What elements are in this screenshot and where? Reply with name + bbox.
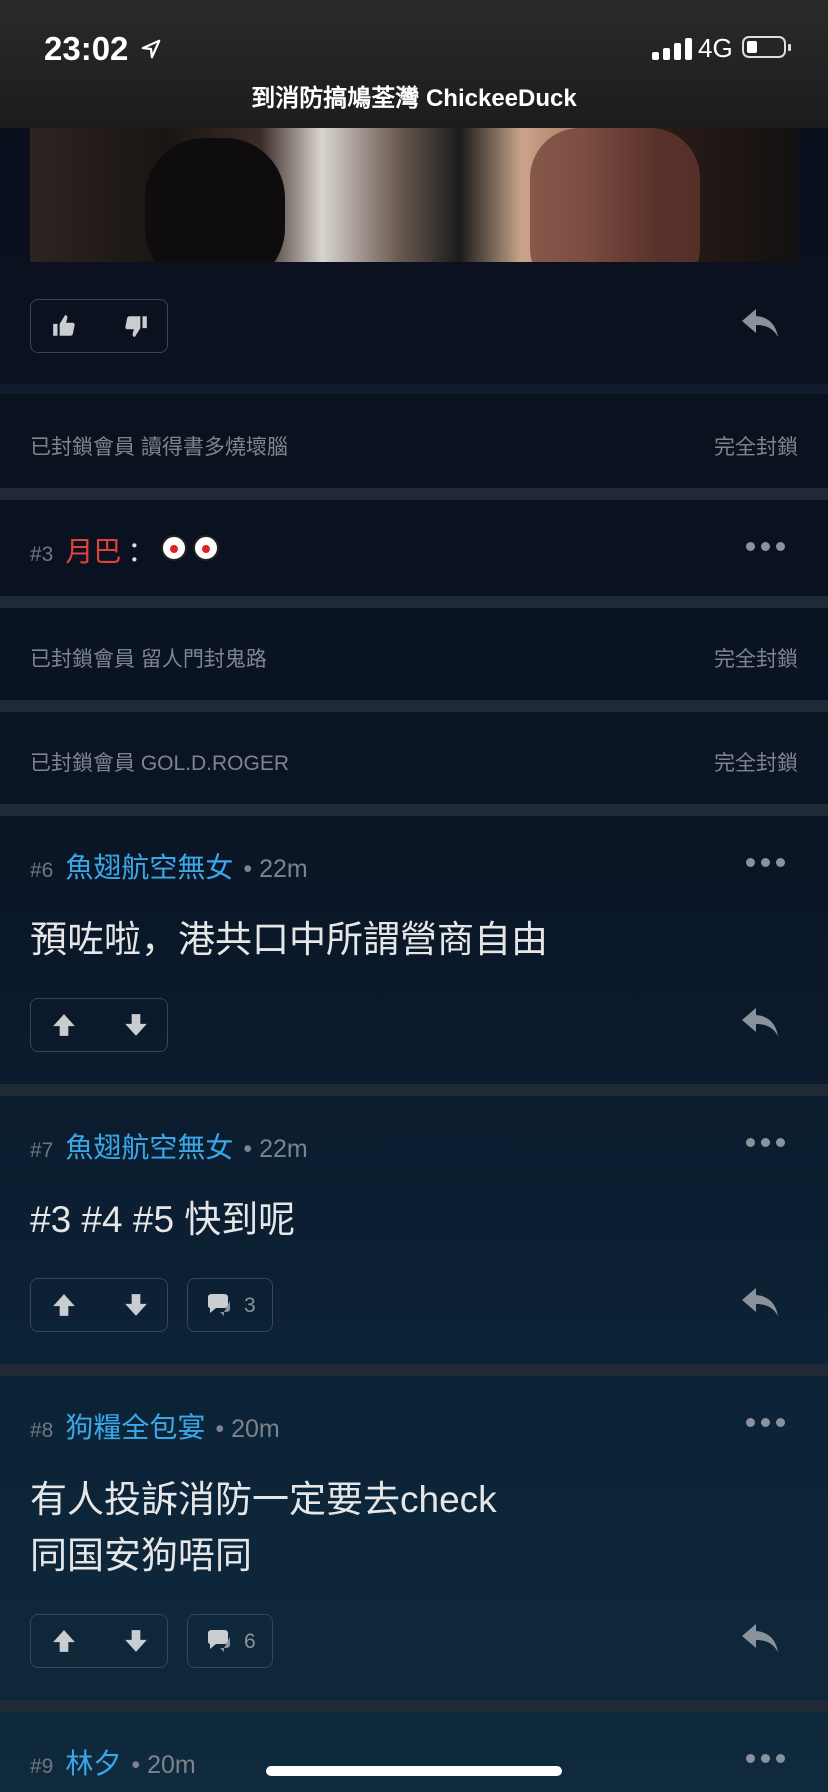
downvote-arrow-icon[interactable]	[123, 1292, 149, 1318]
username[interactable]: 魚翅航空無女	[65, 846, 233, 886]
more-options-icon[interactable]	[746, 858, 786, 868]
post-time: • 22m	[243, 855, 308, 883]
comment-bubble-icon	[208, 1294, 230, 1316]
post-header: #7 魚翅航空無女 • 22m	[30, 1126, 308, 1166]
more-options-icon[interactable]	[746, 1754, 786, 1764]
downvote-arrow-icon[interactable]	[123, 1012, 149, 1038]
post-image[interactable]	[30, 128, 798, 262]
fully-blocked-label[interactable]: 完全封鎖	[714, 747, 798, 777]
post-body: #3 #4 #5 快到呢	[30, 1199, 296, 1240]
thumbs-up-icon[interactable]	[51, 313, 77, 339]
vote-box	[30, 1614, 168, 1668]
post-header: #9 林夕 • 20m	[30, 1742, 196, 1782]
location-arrow-icon	[141, 39, 161, 59]
post-header: #6 魚翅航空無女 • 22m	[30, 846, 308, 886]
blocked-member-label: 已封鎖會員 留人門封鬼路	[30, 648, 267, 671]
post-number: #8	[30, 1419, 54, 1442]
battery-icon	[742, 36, 791, 58]
upvote-arrow-icon[interactable]	[51, 1012, 77, 1038]
reply-icon[interactable]	[740, 1004, 780, 1040]
post-time: • 22m	[243, 1135, 308, 1163]
post-body: 有人投訴消防一定要去check 同国安狗唔同	[30, 1479, 497, 1576]
username[interactable]: 魚翅航空無女	[65, 1126, 233, 1166]
more-options-icon[interactable]	[746, 542, 786, 552]
cellular-signal-icon	[652, 38, 692, 60]
comment-count: 3	[244, 1294, 256, 1317]
thumbs-down-icon[interactable]	[123, 313, 149, 339]
home-indicator[interactable]	[266, 1766, 562, 1776]
post-header: #8 狗糧全包宴 • 20m	[30, 1406, 280, 1446]
vote-box	[30, 1278, 168, 1332]
clown-face-icon	[193, 535, 220, 561]
post-number: #7	[30, 1139, 54, 1162]
downvote-arrow-icon[interactable]	[123, 1628, 149, 1654]
post-body: 預咗啦，港共口中所謂營商自由	[30, 919, 548, 960]
post-number: #6	[30, 859, 54, 882]
blocked-member-label: 已封鎖會員 GOL.D.ROGER	[30, 752, 290, 775]
separator: ：	[127, 536, 156, 567]
thread-title[interactable]: 到消防搞鳩荃灣 ChickeeDuck	[0, 78, 828, 113]
reply-icon[interactable]	[740, 305, 780, 341]
fully-blocked-label[interactable]: 完全封鎖	[714, 431, 798, 461]
like-dislike-box	[30, 299, 168, 353]
comment-bubble-icon	[208, 1630, 230, 1652]
more-options-icon[interactable]	[746, 1418, 786, 1428]
reply-icon[interactable]	[740, 1620, 780, 1656]
upvote-arrow-icon[interactable]	[51, 1628, 77, 1654]
clown-face-icon	[161, 535, 188, 561]
fully-blocked-label[interactable]: 完全封鎖	[714, 643, 798, 673]
username[interactable]: 月巴	[65, 530, 121, 570]
more-options-icon[interactable]	[746, 1138, 786, 1148]
comments-button[interactable]: 3	[187, 1278, 273, 1332]
status-time: 23:02	[44, 30, 129, 67]
upvote-arrow-icon[interactable]	[51, 1292, 77, 1318]
username[interactable]: 林夕	[65, 1742, 121, 1782]
username[interactable]: 狗糧全包宴	[65, 1406, 205, 1446]
post-time: • 20m	[131, 1751, 196, 1779]
reply-icon[interactable]	[740, 1284, 780, 1320]
vote-box	[30, 998, 168, 1052]
post-number: #3	[30, 543, 54, 566]
top-bar: 23:02 4G 到消防搞鳩荃灣 ChickeeDuck	[0, 0, 828, 128]
comment-count: 6	[244, 1630, 256, 1653]
post-number: #9	[30, 1755, 54, 1778]
post-time: • 20m	[215, 1415, 280, 1443]
post-header: #3 月巴 ：	[30, 530, 220, 570]
network-type: 4G	[698, 33, 733, 63]
comments-button[interactable]: 6	[187, 1614, 273, 1668]
blocked-member-label: 已封鎖會員 讀得書多燒壞腦	[30, 436, 288, 459]
